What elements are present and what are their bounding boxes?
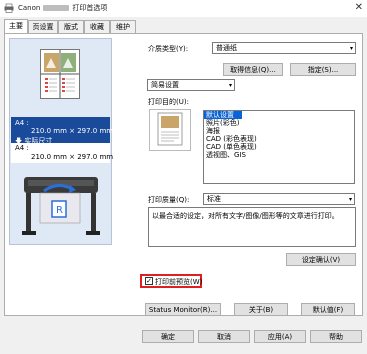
main-tab-panel: A4 : 210.0 mm × 297.0 mm 🡇 实际尺寸 A4 : 210… xyxy=(4,33,363,316)
large-format-printer-icon: R xyxy=(22,177,100,235)
tab-maintenance[interactable]: 维护 xyxy=(110,20,136,33)
media-type-select[interactable]: 普通纸 ▾ xyxy=(212,42,356,54)
preview-before-print-label[interactable]: 打印前预览(W) xyxy=(155,277,202,287)
apply-button[interactable]: 应用(A) xyxy=(254,330,306,343)
custom-button[interactable]: 指定(S)... xyxy=(290,63,356,76)
cancel-button[interactable]: 取消 xyxy=(198,330,250,343)
settings-confirm-button[interactable]: 设定确认(V) xyxy=(286,253,356,266)
printing-preferences-window: Canon 打印首选项 ✕ 主要 页设置 版式 收藏 维护 A4: 210.0… xyxy=(0,0,367,354)
help-button[interactable]: 帮助 xyxy=(310,330,362,343)
close-icon[interactable]: ✕ xyxy=(355,2,363,13)
list-item[interactable]: CAD (彩色表现) xyxy=(204,135,354,143)
print-quality-label: 打印质量(Q): xyxy=(148,196,190,204)
paper-bottom-size: 210.0 mm × 297.0 mm xyxy=(31,153,114,161)
dropdown-arrow-icon: ▾ xyxy=(228,82,232,89)
window-title-suffix: 打印首选项 xyxy=(72,4,108,12)
settings-preview-area: A4 : 210.0 mm × 297.0 mm 🡇 实际尺寸 A4 : 210… xyxy=(9,38,114,245)
list-item[interactable]: 透视图、GIS xyxy=(204,151,354,159)
redacted-model-name xyxy=(43,5,70,11)
dropdown-arrow-icon: ▾ xyxy=(348,196,352,203)
print-target-thumbnail-icon xyxy=(149,109,191,151)
media-type-value: 普通纸 xyxy=(216,44,237,52)
document-thumbnail-icon xyxy=(40,49,80,99)
print-quality-value: 标准 xyxy=(207,195,221,203)
print-target-label: 打印目的(U): xyxy=(148,98,189,106)
paper-bottom-band: A4 : 210.0 mm × 297.0 mm xyxy=(11,143,114,163)
tab-page-setup[interactable]: 页设置 xyxy=(28,20,58,33)
paper-bottom-label: A4 : xyxy=(15,144,29,152)
tab-favorites[interactable]: 收藏 xyxy=(84,20,110,33)
list-item[interactable]: 海报 xyxy=(204,127,354,135)
window-title-prefix: Canon xyxy=(18,4,41,12)
paper-top-label: A4 : xyxy=(15,119,29,127)
dropdown-arrow-icon: ▾ xyxy=(349,45,353,52)
tab-layout[interactable]: 版式 xyxy=(58,20,84,33)
description-box: 以最合适的设定，对所有文字/图像/图形等的文章进行打印。 xyxy=(148,207,356,247)
print-quality-select[interactable]: 标准 ▾ xyxy=(203,193,355,205)
paper-top-size: 210.0 mm × 297.0 mm xyxy=(31,127,114,135)
about-button[interactable]: 关于(B) xyxy=(234,303,288,316)
media-type-label: 介质类型(Y): xyxy=(148,45,189,53)
list-item[interactable]: 照片(彩色) xyxy=(204,119,354,127)
window-title: Canon 打印首选项 xyxy=(18,3,107,13)
list-item[interactable]: CAD (单色表现) xyxy=(204,143,354,151)
tab-main[interactable]: 主要 xyxy=(4,19,28,34)
description-text: 以最合适的设定，对所有文字/图像/图形等的文章进行打印。 xyxy=(152,212,339,220)
get-info-button[interactable]: 取得信息(Q)... xyxy=(223,63,283,76)
mode-select[interactable]: 简易设置 ▾ xyxy=(147,79,235,91)
defaults-button[interactable]: 默认值(F) xyxy=(301,303,355,316)
svg-text:R: R xyxy=(56,205,63,216)
printer-icon xyxy=(4,3,14,13)
print-target-list[interactable]: 默认设置 照片(彩色) 海报 CAD (彩色表现) CAD (单色表现) 透视图… xyxy=(203,110,355,184)
list-item[interactable]: 默认设置 xyxy=(204,111,242,119)
checkbox-checked-icon[interactable]: ✓ xyxy=(145,277,153,285)
mode-value: 简易设置 xyxy=(151,81,179,89)
ok-button[interactable]: 确定 xyxy=(142,330,194,343)
status-monitor-button[interactable]: Status Monitor(R)... xyxy=(145,303,221,316)
title-bar: Canon 打印首选项 ✕ xyxy=(0,0,367,17)
